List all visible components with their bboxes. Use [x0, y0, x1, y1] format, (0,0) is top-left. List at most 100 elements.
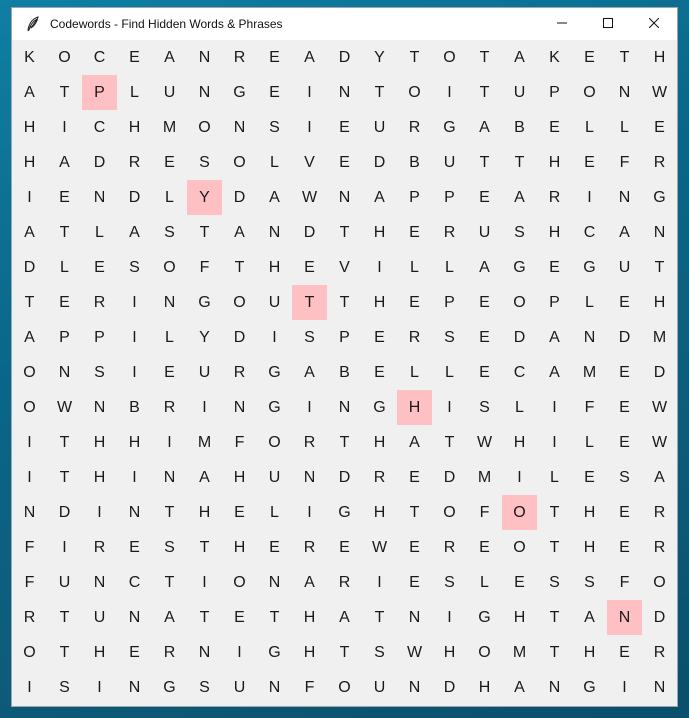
- grid-cell[interactable]: D: [327, 460, 362, 495]
- grid-cell[interactable]: C: [82, 110, 117, 145]
- grid-cell[interactable]: F: [607, 565, 642, 600]
- grid-cell[interactable]: E: [152, 145, 187, 180]
- grid-cell[interactable]: F: [187, 250, 222, 285]
- grid-cell[interactable]: R: [642, 635, 677, 670]
- grid-cell[interactable]: L: [572, 285, 607, 320]
- grid-cell[interactable]: W: [642, 425, 677, 460]
- grid-cell[interactable]: H: [82, 460, 117, 495]
- grid-cell[interactable]: F: [12, 565, 47, 600]
- grid-cell[interactable]: A: [187, 460, 222, 495]
- grid-cell[interactable]: I: [537, 425, 572, 460]
- grid-cell[interactable]: R: [292, 425, 327, 460]
- grid-cell[interactable]: G: [467, 600, 502, 635]
- grid-cell[interactable]: I: [187, 565, 222, 600]
- grid-cell[interactable]: P: [47, 320, 82, 355]
- grid-cell[interactable]: I: [572, 180, 607, 215]
- grid-cell[interactable]: N: [607, 75, 642, 110]
- grid-cell[interactable]: O: [47, 40, 82, 75]
- grid-cell[interactable]: D: [432, 460, 467, 495]
- grid-cell[interactable]: H: [187, 495, 222, 530]
- grid-cell[interactable]: T: [537, 495, 572, 530]
- grid-cell[interactable]: R: [432, 215, 467, 250]
- grid-cell[interactable]: E: [117, 530, 152, 565]
- grid-cell[interactable]: L: [572, 425, 607, 460]
- grid-cell[interactable]: U: [467, 215, 502, 250]
- grid-cell[interactable]: H: [117, 110, 152, 145]
- grid-cell[interactable]: H: [12, 110, 47, 145]
- grid-cell[interactable]: O: [222, 145, 257, 180]
- grid-cell[interactable]: T: [187, 600, 222, 635]
- grid-cell[interactable]: T: [397, 40, 432, 75]
- grid-cell[interactable]: S: [187, 670, 222, 705]
- grid-cell[interactable]: A: [642, 460, 677, 495]
- grid-cell[interactable]: I: [292, 75, 327, 110]
- grid-cell[interactable]: A: [152, 40, 187, 75]
- grid-cell[interactable]: B: [502, 110, 537, 145]
- grid-cell[interactable]: N: [117, 600, 152, 635]
- grid-cell[interactable]: S: [292, 320, 327, 355]
- grid-cell[interactable]: A: [537, 355, 572, 390]
- grid-cell[interactable]: R: [397, 110, 432, 145]
- grid-cell[interactable]: H: [502, 600, 537, 635]
- grid-cell[interactable]: R: [327, 565, 362, 600]
- grid-cell[interactable]: E: [117, 40, 152, 75]
- grid-cell[interactable]: L: [257, 145, 292, 180]
- grid-cell[interactable]: E: [572, 40, 607, 75]
- grid-cell[interactable]: R: [152, 635, 187, 670]
- grid-cell-highlighted[interactable]: T: [292, 285, 327, 320]
- grid-cell[interactable]: H: [82, 425, 117, 460]
- grid-cell[interactable]: O: [152, 250, 187, 285]
- grid-cell[interactable]: S: [537, 565, 572, 600]
- grid-cell[interactable]: C: [82, 40, 117, 75]
- grid-cell[interactable]: G: [187, 285, 222, 320]
- grid-cell[interactable]: E: [327, 530, 362, 565]
- grid-cell-highlighted[interactable]: Y: [187, 180, 222, 215]
- grid-cell[interactable]: S: [117, 250, 152, 285]
- grid-cell[interactable]: H: [537, 145, 572, 180]
- grid-cell[interactable]: D: [222, 180, 257, 215]
- grid-cell[interactable]: L: [467, 565, 502, 600]
- grid-cell[interactable]: N: [187, 75, 222, 110]
- grid-cell[interactable]: I: [12, 180, 47, 215]
- grid-cell[interactable]: A: [502, 40, 537, 75]
- grid-cell[interactable]: D: [642, 600, 677, 635]
- grid-cell[interactable]: O: [397, 75, 432, 110]
- grid-cell[interactable]: A: [362, 180, 397, 215]
- grid-cell[interactable]: W: [47, 390, 82, 425]
- grid-cell[interactable]: C: [572, 215, 607, 250]
- grid-cell[interactable]: A: [467, 250, 502, 285]
- grid-cell[interactable]: I: [12, 460, 47, 495]
- grid-cell[interactable]: A: [572, 600, 607, 635]
- grid-cell[interactable]: L: [82, 215, 117, 250]
- grid-cell[interactable]: D: [12, 250, 47, 285]
- grid-cell[interactable]: D: [117, 180, 152, 215]
- grid-cell[interactable]: I: [82, 495, 117, 530]
- grid-cell[interactable]: U: [362, 110, 397, 145]
- grid-cell[interactable]: S: [152, 215, 187, 250]
- grid-cell[interactable]: E: [467, 285, 502, 320]
- grid-cell[interactable]: R: [642, 145, 677, 180]
- grid-cell[interactable]: E: [607, 390, 642, 425]
- grid-cell[interactable]: H: [572, 635, 607, 670]
- grid-cell[interactable]: T: [47, 600, 82, 635]
- grid-cell[interactable]: Y: [187, 320, 222, 355]
- grid-cell[interactable]: P: [432, 285, 467, 320]
- grid-cell[interactable]: E: [47, 285, 82, 320]
- grid-cell[interactable]: F: [222, 425, 257, 460]
- grid-cell[interactable]: E: [257, 530, 292, 565]
- grid-cell[interactable]: L: [502, 390, 537, 425]
- grid-cell[interactable]: U: [362, 670, 397, 705]
- grid-cell[interactable]: U: [187, 355, 222, 390]
- grid-cell[interactable]: K: [12, 40, 47, 75]
- grid-cell[interactable]: A: [327, 600, 362, 635]
- grid-cell[interactable]: G: [502, 250, 537, 285]
- grid-cell[interactable]: F: [572, 390, 607, 425]
- grid-cell[interactable]: A: [502, 180, 537, 215]
- grid-cell[interactable]: O: [257, 425, 292, 460]
- grid-cell[interactable]: I: [607, 670, 642, 705]
- grid-cell[interactable]: F: [607, 145, 642, 180]
- grid-cell[interactable]: H: [362, 495, 397, 530]
- grid-cell[interactable]: R: [537, 180, 572, 215]
- grid-cell[interactable]: E: [467, 355, 502, 390]
- grid-cell[interactable]: I: [117, 285, 152, 320]
